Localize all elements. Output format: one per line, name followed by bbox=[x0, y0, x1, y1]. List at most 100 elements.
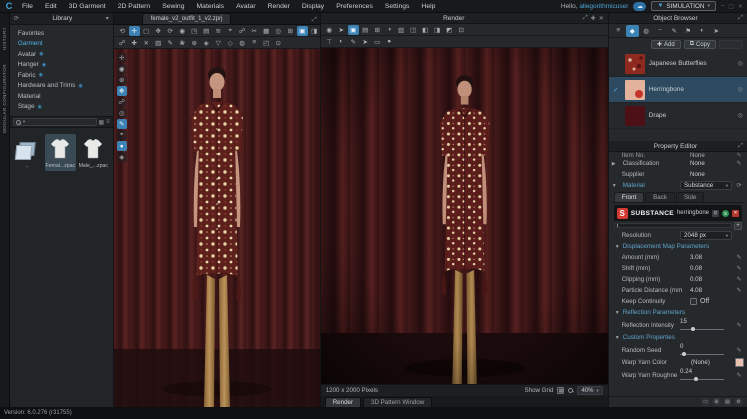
render-rows-icon[interactable]: ▥ bbox=[396, 25, 407, 35]
object-browser-float-icon[interactable]: ⤢ bbox=[738, 15, 743, 22]
view-grid-icon[interactable]: ▦ bbox=[99, 119, 105, 126]
bind-icon[interactable]: ☍ bbox=[116, 97, 127, 107]
render-left-icon[interactable]: ◧ bbox=[420, 25, 431, 35]
render-sphere-icon[interactable]: ● bbox=[384, 37, 395, 47]
section-header-displacement-map-parameters[interactable]: ▼ Displacement Map Parameters bbox=[612, 241, 744, 252]
render-play-icon[interactable]: ➤ bbox=[336, 25, 347, 35]
menu-item-edit[interactable]: Edit bbox=[39, 3, 63, 10]
menu-item-help[interactable]: Help bbox=[415, 3, 441, 10]
layers-icon[interactable]: ≡ bbox=[249, 38, 260, 48]
down-icon[interactable]: ▽ bbox=[213, 38, 224, 48]
flower-icon[interactable]: ❀ bbox=[177, 38, 188, 48]
fabric-list-item[interactable]: Drape ◎ bbox=[608, 103, 747, 129]
menu-item-settings[interactable]: Settings bbox=[379, 3, 416, 10]
collapse-arrow-icon[interactable]: ▼ bbox=[612, 183, 618, 189]
menu-item-display[interactable]: Display bbox=[296, 3, 330, 10]
menu-item-sewing[interactable]: Sewing bbox=[156, 3, 190, 10]
value-slider[interactable] bbox=[680, 351, 724, 357]
edit-pencil-icon[interactable]: ✎ bbox=[734, 322, 744, 329]
render-tab-render[interactable]: Render bbox=[324, 397, 362, 407]
visibility-icon[interactable]: ◎ bbox=[738, 86, 743, 93]
cloud-icon[interactable]: ☁ bbox=[633, 1, 647, 11]
light-view-icon[interactable]: ◎ bbox=[116, 108, 127, 118]
corner-icon[interactable]: ◰ bbox=[261, 38, 272, 48]
annotate-icon[interactable]: ✎ bbox=[116, 119, 127, 129]
render-split-icon[interactable]: ◫ bbox=[408, 25, 419, 35]
delete-point-icon[interactable]: ✕ bbox=[141, 38, 152, 48]
garment-icon[interactable]: ◆ bbox=[625, 24, 639, 37]
diamond-icon[interactable]: ◇ bbox=[225, 38, 236, 48]
library-category-favorites[interactable]: Favorites bbox=[10, 28, 113, 39]
property-editor-float-icon[interactable]: ⤢ bbox=[738, 143, 743, 150]
window-icon[interactable]: ◳ bbox=[189, 26, 200, 36]
user-name-link[interactable]: allegorithmicuser bbox=[579, 3, 628, 10]
menu-item-3d-garment[interactable]: 3D Garment bbox=[63, 3, 112, 10]
edit-pencil-icon[interactable]: ✎ bbox=[734, 372, 744, 379]
value-slider[interactable] bbox=[680, 376, 724, 382]
gizmo-move-icon[interactable]: ✛ bbox=[128, 25, 140, 36]
texture-icon[interactable]: ▦ bbox=[261, 26, 272, 36]
slider-thumb[interactable] bbox=[682, 351, 686, 356]
property-value-field[interactable]: 0.24 bbox=[680, 368, 722, 375]
style-icon[interactable]: ▤ bbox=[201, 26, 212, 36]
close-icon[interactable]: ✕ bbox=[738, 3, 743, 10]
maximize-icon[interactable]: ▢ bbox=[728, 3, 734, 10]
edit-pencil-icon[interactable]: ✎ bbox=[734, 152, 744, 158]
avatar-icon[interactable]: ◍ bbox=[640, 25, 653, 37]
edit-pencil-icon[interactable]: ✎ bbox=[734, 287, 744, 294]
reset-view-icon[interactable]: ⟲ bbox=[117, 26, 128, 36]
add-button[interactable]: ✚ Add bbox=[650, 40, 681, 49]
close-icon[interactable]: ✕ bbox=[599, 15, 604, 22]
material-ball-icon[interactable]: ◈ bbox=[116, 152, 127, 162]
add-icon[interactable]: ✚ bbox=[591, 15, 596, 22]
expand-icon[interactable]: ⊡ bbox=[712, 209, 719, 217]
render-env-icon[interactable]: ◐ bbox=[336, 37, 347, 47]
property-value-field[interactable]: 3.08 bbox=[690, 254, 732, 261]
edit-pencil-icon[interactable]: ✎ bbox=[734, 265, 744, 272]
material-refresh-icon[interactable]: ⟳ bbox=[734, 182, 744, 189]
remove-icon[interactable]: ✕ bbox=[732, 209, 739, 217]
library-category-material[interactable]: Material bbox=[10, 91, 113, 102]
render-tab-3d-pattern-window[interactable]: 3D Pattern Window bbox=[363, 397, 433, 407]
section-header-reflection-parameters[interactable]: ▼ Reflection Parameters bbox=[612, 307, 744, 318]
render-light-icon[interactable]: ⊤ bbox=[324, 37, 335, 47]
property-value-field[interactable]: 0 bbox=[680, 343, 722, 350]
gem-icon[interactable]: ◈ bbox=[201, 38, 212, 48]
fabric-list-item[interactable]: ✓ Herringbone ◎ bbox=[608, 77, 747, 103]
material-type-dropdown[interactable]: Substance ▾ bbox=[680, 181, 732, 190]
show-grid-checkbox[interactable]: ▦ bbox=[557, 387, 565, 394]
rail-tab-history[interactable]: HISTORY bbox=[2, 27, 7, 50]
tab-back[interactable]: Back bbox=[645, 192, 675, 202]
rail-tab-modular-configurator[interactable]: MODULAR CONFIGURATOR bbox=[2, 64, 7, 133]
visibility-icon[interactable]: ◎ bbox=[738, 112, 743, 119]
menu-item-2d-pattern[interactable]: 2D Pattern bbox=[112, 3, 157, 10]
float-icon[interactable]: ⤢ bbox=[583, 15, 588, 22]
menu-item-materials[interactable]: Materials bbox=[191, 3, 231, 10]
tag-icon[interactable]: ⚑ bbox=[682, 25, 695, 37]
rotate-icon[interactable]: ⟳ bbox=[165, 26, 176, 36]
search-filter-caret-icon[interactable]: ▾ bbox=[23, 119, 25, 125]
edit-pencil-icon[interactable]: ✎ bbox=[734, 276, 744, 283]
page-prev-icon[interactable]: ▭ bbox=[701, 398, 710, 406]
pose-icon[interactable]: ✛ bbox=[116, 53, 127, 63]
library-item[interactable]: .. bbox=[12, 134, 43, 171]
render-arrow-icon[interactable]: ➤ bbox=[360, 37, 371, 47]
property-value[interactable]: None bbox=[690, 152, 732, 158]
hatch-icon[interactable]: ▧ bbox=[153, 38, 164, 48]
library-category-avatar[interactable]: Avatar ◉ bbox=[10, 49, 113, 60]
library-category-garment[interactable]: Garment bbox=[10, 39, 113, 50]
focus-icon[interactable]: ⌖ bbox=[116, 130, 127, 140]
snapshot-icon[interactable]: ◉ bbox=[177, 26, 188, 36]
library-category-hardware-and-trims[interactable]: Hardware and Trims ◉ bbox=[10, 81, 113, 92]
render-pen-icon[interactable]: ✎ bbox=[348, 37, 359, 47]
link-icon[interactable]: ☍ bbox=[237, 26, 248, 36]
library-item[interactable]: Male_...zpac bbox=[78, 134, 109, 171]
edit-pencil-icon[interactable]: ✎ bbox=[734, 160, 744, 167]
tab-side[interactable]: Side bbox=[675, 192, 705, 202]
render-corner-icon[interactable]: ◩ bbox=[444, 25, 455, 35]
target-icon[interactable]: ⌖ bbox=[225, 26, 236, 36]
render-zoom-select[interactable]: 40% ▾ bbox=[577, 386, 603, 395]
pen-icon[interactable]: ✎ bbox=[165, 38, 176, 48]
page-grid-icon[interactable]: ⊞ bbox=[712, 398, 721, 406]
substance-sync-icon[interactable]: S bbox=[722, 209, 729, 217]
